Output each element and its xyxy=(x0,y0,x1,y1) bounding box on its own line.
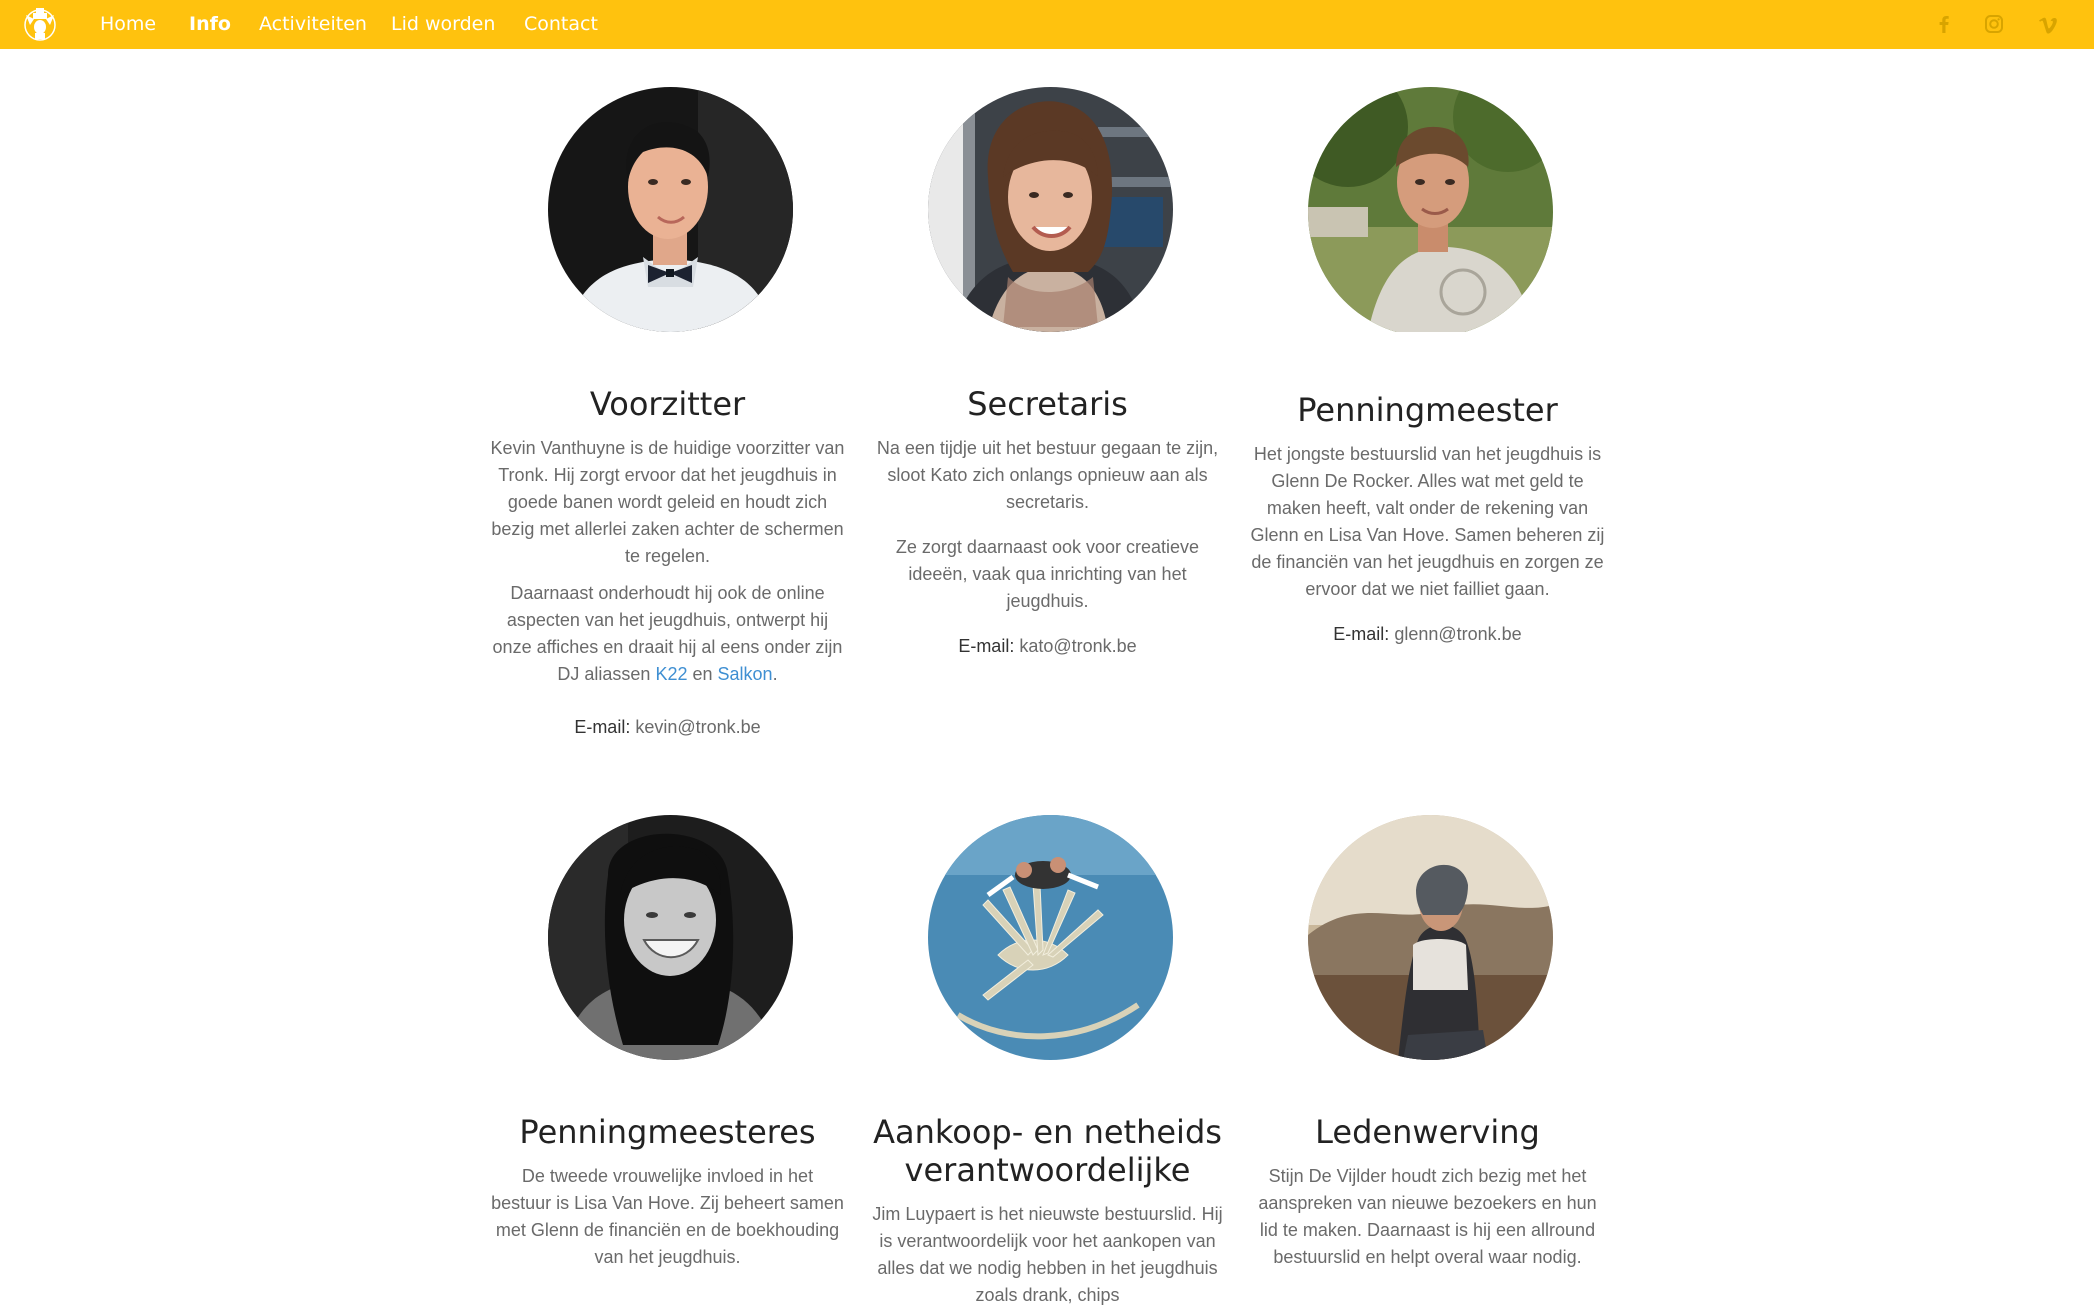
member-description: Na een tijdje uit het bestuur gegaan te … xyxy=(876,438,1219,512)
member-description: Jim Luypaert is het nieuwste bestuurslid… xyxy=(872,1204,1223,1305)
member-description: Kevin Vanthuyne is de huidige voorzitter… xyxy=(490,438,845,566)
member-description: Stijn De Vijlder houdt zich bezig met he… xyxy=(1258,1166,1597,1267)
member-description-extra: Daarnaast onderhoudt hij ook de online a… xyxy=(492,583,843,684)
board-section: Voorzitter Kevin Vanthuyne is de huidige… xyxy=(0,49,2094,1305)
role-title: Secretaris xyxy=(967,385,1128,423)
email-label: E-mail: xyxy=(1333,624,1390,644)
avatar-stijn xyxy=(1308,815,1553,1060)
tronk-logo[interactable] xyxy=(18,5,66,43)
link-salkon[interactable]: Salkon xyxy=(718,664,773,684)
nav-info[interactable]: Info xyxy=(189,13,231,35)
link-k22[interactable]: K22 xyxy=(655,664,687,684)
member-description: De tweede vrouwelijke invloed in het bes… xyxy=(491,1166,844,1267)
avatar-glenn xyxy=(1308,87,1553,337)
vimeo-icon[interactable] xyxy=(2035,11,2061,37)
nav-lid-worden[interactable]: Lid worden xyxy=(391,13,495,35)
nav-activiteiten[interactable]: Activiteiten xyxy=(259,13,367,35)
email-address[interactable]: glenn@tronk.be xyxy=(1394,624,1521,644)
email-line: E-mail: glenn@tronk.be xyxy=(1250,621,1605,648)
email-label: E-mail: xyxy=(958,636,1015,656)
email-label: E-mail: xyxy=(574,717,631,737)
email-line: E-mail: kevin@tronk.be xyxy=(490,714,845,741)
email-address[interactable]: kato@tronk.be xyxy=(1019,636,1136,656)
email-line: E-mail: kato@tronk.be xyxy=(870,633,1225,660)
avatar-kevin xyxy=(548,87,793,332)
role-title: Penningmeesteres xyxy=(519,1113,816,1151)
role-title: Ledenwerving xyxy=(1315,1113,1540,1151)
instagram-icon[interactable] xyxy=(1981,11,2007,37)
nav-contact[interactable]: Contact xyxy=(524,13,598,35)
member-description: Het jongste bestuurslid van het jeugdhui… xyxy=(1250,444,1605,599)
avatar-jim xyxy=(928,815,1173,1060)
facebook-icon[interactable] xyxy=(1931,11,1957,37)
top-navbar: Home Info Activiteiten Lid worden Contac… xyxy=(0,0,2094,49)
email-address[interactable]: kevin@tronk.be xyxy=(635,717,760,737)
member-description-extra: Ze zorgt daarnaast ook voor creatieve id… xyxy=(895,537,1200,611)
avatar-lisa xyxy=(548,815,793,1060)
role-title: Aankoop- en netheids verantwoordelijke xyxy=(873,1113,1222,1189)
avatar-kato xyxy=(928,87,1173,332)
role-title: Voorzitter xyxy=(589,385,746,423)
role-title: Penningmeester xyxy=(1297,391,1558,429)
nav-home[interactable]: Home xyxy=(100,13,156,35)
